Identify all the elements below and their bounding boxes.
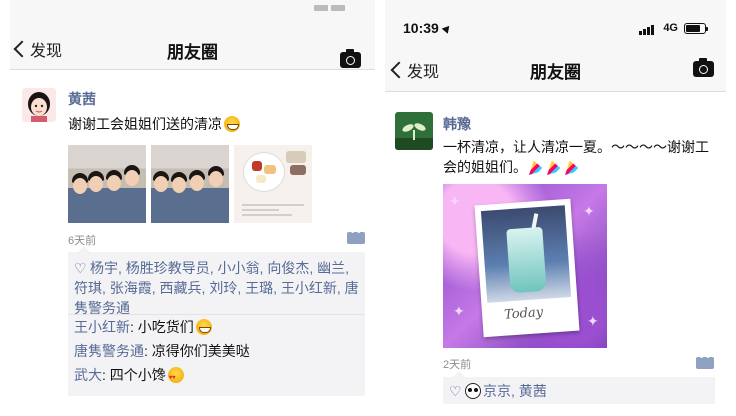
heart-icon (74, 258, 87, 278)
status-icons (311, 0, 361, 11)
post-author[interactable]: 韩豫 (443, 114, 471, 134)
photo-caption: Today (503, 305, 544, 323)
avatar[interactable] (395, 112, 433, 150)
status-time: 10:39 (403, 20, 453, 36)
nav-bar: 发现 朋友圈 (385, 44, 726, 92)
right-phone-screen: 10:39 4G 发现 朋友圈 韩豫 一杯清凉，让人清凉一夏。～～～～谢谢工会的… (385, 0, 726, 404)
more-actions-button[interactable] (696, 353, 714, 369)
post-text: 谢谢工会姐姐们送的清凉 (68, 114, 368, 134)
location-arrow-icon (441, 23, 453, 34)
camera-icon[interactable] (693, 58, 714, 77)
likes-list: 京京, 黄茜 (449, 381, 711, 401)
party-popper-icon (547, 160, 563, 175)
likes-panel: 京京, 黄茜 (443, 371, 715, 404)
nav-bar: 发现 朋友圈 (10, 12, 375, 70)
likes-names[interactable]: 杨宇, 杨胜珍教导员, 小小翁, 向俊杰, 幽兰, 符琪, 张海霞, 西藏兵, … (74, 260, 359, 316)
comment-text: : 四个小馋 (102, 367, 166, 383)
comment-row[interactable]: 唐隽警务通: 凉得你们美美哒 (74, 341, 250, 361)
post-photo-2[interactable] (151, 145, 229, 223)
post-photo[interactable]: ✦ ✦ ✦ ✦ Today (443, 184, 607, 348)
post-photo-1[interactable] (68, 145, 146, 223)
likes-list: 杨宇, 杨胜珍教导员, 小小翁, 向俊杰, 幽兰, 符琪, 张海霞, 西藏兵, … (74, 258, 364, 318)
party-popper-icon (565, 160, 581, 175)
heart-eyes-emoji-icon (167, 367, 184, 388)
likes-names[interactable]: 京京, 黄茜 (483, 383, 547, 399)
more-actions-button[interactable] (347, 228, 365, 244)
page-title: 朋友圈 (167, 43, 218, 62)
post-author[interactable]: 黄茜 (68, 89, 96, 109)
page-title: 朋友圈 (530, 63, 581, 82)
comment-text: : 凉得你们美美哒 (144, 343, 250, 359)
heart-icon (449, 381, 462, 401)
status-bar: 10:39 4G (385, 0, 726, 44)
battery-icon (684, 23, 708, 34)
grin-emoji-icon (224, 116, 240, 132)
comment-row[interactable]: 武大: 四个小馋 (74, 365, 184, 388)
grin-emoji-icon (195, 319, 212, 335)
avatar[interactable] (22, 88, 56, 122)
comment-row[interactable]: 王小红新: 小吃货们 (74, 317, 212, 337)
post-photo-3[interactable] (234, 145, 312, 223)
status-bar (10, 0, 375, 12)
post-text-content: 谢谢工会姐姐们送的清凉 (68, 116, 222, 132)
comment-author[interactable]: 王小红新 (74, 319, 130, 335)
divider (68, 314, 365, 315)
network-type: 4G (663, 22, 678, 34)
camera-icon[interactable] (340, 49, 361, 68)
comment-text: : 小吃货们 (130, 319, 194, 335)
screenshot-composite: 发现 朋友圈 黄茜 谢谢工会姐姐们送的清凉 6天前 •• ♡杨宇, 杨胜珍教导员… (0, 0, 736, 416)
left-phone-screen: 发现 朋友圈 黄茜 谢谢工会姐姐们送的清凉 6天前 •• ♡杨宇, 杨胜珍教导员… (10, 0, 375, 404)
party-popper-icon (529, 160, 545, 175)
likes-comments-panel: 杨宇, 杨胜珍教导员, 小小翁, 向俊杰, 幽兰, 符琪, 张海霞, 西藏兵, … (68, 246, 365, 396)
post-text: 一杯清凉，让人清凉一夏。～～～～谢谢工会的姐姐们。 (443, 137, 718, 177)
panda-emoji-icon (465, 383, 481, 399)
status-time-text: 10:39 (403, 20, 439, 36)
comment-author[interactable]: 唐隽警务通 (74, 343, 144, 359)
post-timestamp: 2天前 (443, 359, 472, 371)
signal-icon (639, 25, 654, 35)
comment-author[interactable]: 武大 (74, 367, 102, 383)
